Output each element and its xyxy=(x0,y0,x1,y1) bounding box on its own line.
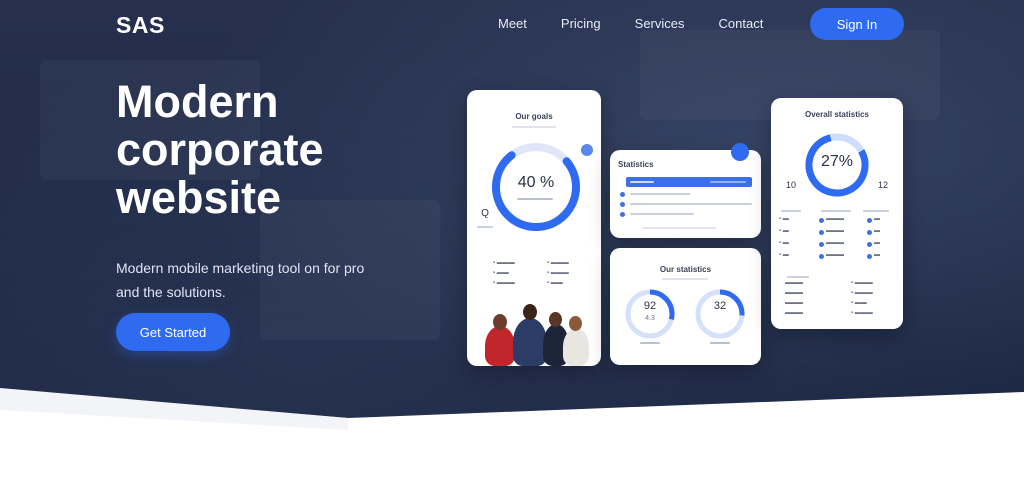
get-started-button[interactable]: Get Started xyxy=(116,313,230,351)
overall-statistics-card: Overall statistics 27% 10 12 ▪ ▬ ▬▬▬ ▬ ▪ ▬… xyxy=(771,98,903,329)
overall-statistics-title: Overall statistics xyxy=(804,110,870,119)
sign-in-button[interactable]: Sign In xyxy=(810,8,904,40)
goals-badge-label: Q xyxy=(481,208,489,219)
nav-item-services[interactable]: Services xyxy=(635,16,685,31)
overall-left-label: 10 xyxy=(785,180,796,190)
team-photo xyxy=(477,300,595,366)
overall-right-label: 12 xyxy=(877,180,888,190)
hero-headline: Modern corporate website xyxy=(116,76,324,223)
overall-percent: 27% xyxy=(820,153,854,170)
our-statistics-title: Our statistics xyxy=(659,265,712,274)
nav-item-contact[interactable]: Contact xyxy=(719,16,764,31)
main-nav: Meet Pricing Services Contact xyxy=(498,16,763,31)
goals-card-title: Our goals xyxy=(515,112,553,121)
hero-subcopy: Modern mobile marketing tool on for pro … xyxy=(116,260,365,300)
stat-a-value: 92 xyxy=(643,300,657,312)
stat-b-value: 32 xyxy=(713,300,727,312)
nav-item-pricing[interactable]: Pricing xyxy=(561,16,601,31)
statistics-card-title: Statistics xyxy=(618,160,654,169)
stat-b-ring xyxy=(695,289,745,339)
nav-item-meet[interactable]: Meet xyxy=(498,16,527,31)
stat-a-ring xyxy=(625,289,675,339)
goals-percent: 40 % xyxy=(517,174,555,191)
stat-a-sub: 4.3 xyxy=(645,315,655,322)
statistics-card: Statistics xyxy=(610,150,761,238)
brand-logo[interactable]: SAS xyxy=(116,12,165,39)
goals-card: Our goals 40 % Q ▪ ▬▬▬ ▪ ▬▬▬ ▪ ▬▬ ▪ ▬▬▬ … xyxy=(467,90,601,366)
notification-badge xyxy=(731,143,749,161)
our-statistics-card: Our statistics 92 4.3 32 xyxy=(610,248,761,365)
